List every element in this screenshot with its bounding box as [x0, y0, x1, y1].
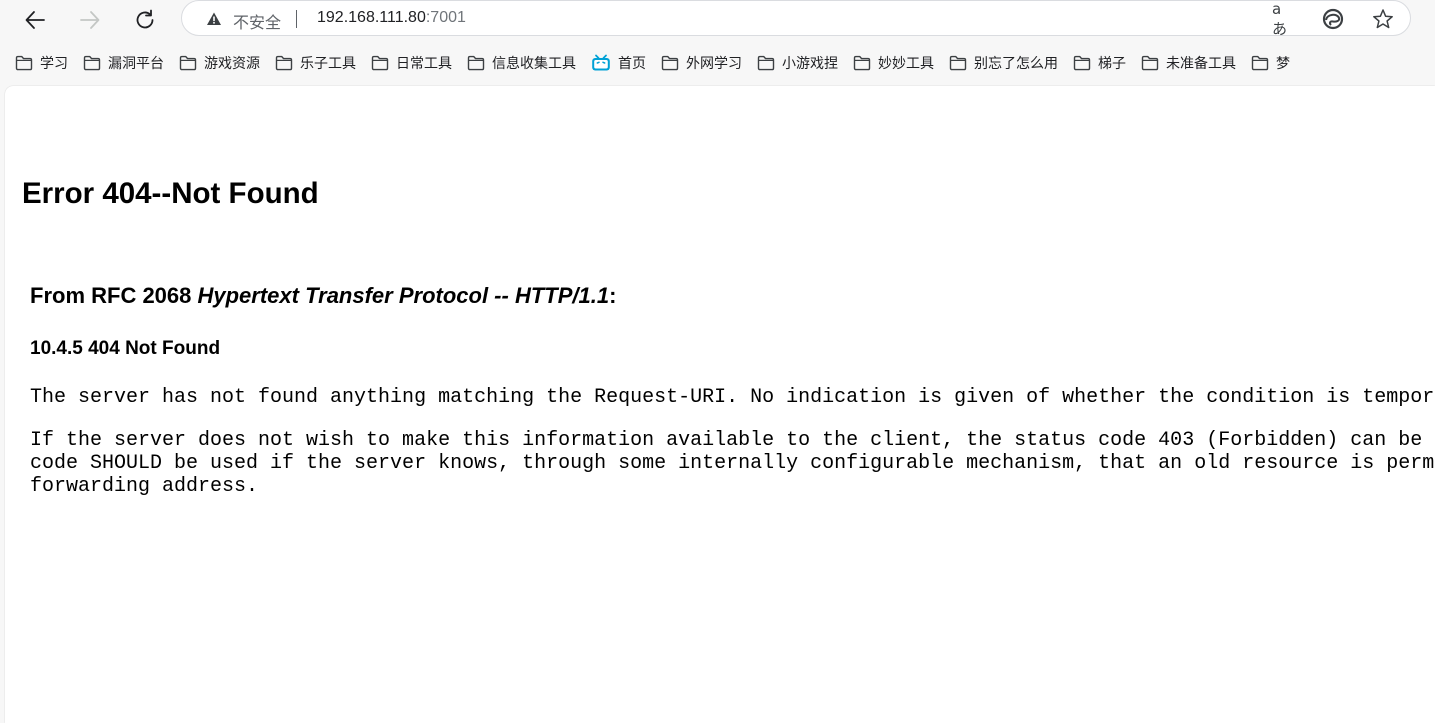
folder-icon — [467, 55, 485, 71]
bilibili-icon — [592, 54, 610, 71]
bookmark-label: 信息收集工具 — [492, 56, 576, 72]
bookmark-label: 未准备工具 — [1166, 56, 1236, 72]
bookmark-item[interactable]: 日常工具 — [365, 49, 458, 77]
star-icon — [1373, 9, 1393, 29]
folder-icon — [661, 55, 679, 71]
folder-icon — [15, 55, 33, 71]
paragraph-forbidden-line-3: forwarding address. — [30, 475, 259, 498]
browser-essentials-button[interactable] — [1322, 8, 1344, 30]
bookmark-item[interactable]: 梯子 — [1067, 49, 1132, 77]
bookmark-item[interactable]: 乐子工具 — [269, 49, 362, 77]
reload-icon — [136, 9, 154, 29]
paragraph-forbidden-line-1: If the server does not wish to make this… — [30, 429, 1435, 452]
warning-triangle-icon[interactable] — [206, 11, 222, 27]
bookmark-label: 漏洞平台 — [108, 56, 164, 72]
bookmark-label: 梯子 — [1098, 56, 1126, 72]
bookmark-item[interactable]: 别忘了怎么用 — [943, 49, 1064, 77]
omnibox-divider — [296, 10, 297, 28]
bookmark-label: 游戏资源 — [204, 56, 260, 72]
bookmark-label: 妙妙工具 — [878, 56, 934, 72]
bookmark-item[interactable]: 首页 — [585, 49, 652, 77]
folder-icon — [1251, 55, 1269, 71]
bookmark-label: 小游戏捏 — [782, 56, 838, 72]
bookmark-label: 外网学习 — [686, 56, 742, 72]
url-text[interactable]: 192.168.111.80:7001 — [317, 9, 466, 27]
security-status-label[interactable]: 不安全 — [233, 9, 281, 33]
bookmark-label: 梦 — [1276, 56, 1290, 72]
bookmark-label: 乐子工具 — [300, 56, 356, 72]
bookmark-item[interactable]: 游戏资源 — [173, 49, 266, 77]
paragraph-forbidden-line-2: code SHOULD be used if the server knows,… — [30, 452, 1435, 475]
page-viewport: Error 404--Not Found From RFC 2068 Hyper… — [5, 86, 1435, 723]
page-title: Error 404--Not Found — [22, 177, 319, 210]
bookmark-item[interactable]: 外网学习 — [655, 49, 748, 77]
rfc-prefix: From RFC 2068 — [30, 283, 198, 308]
bookmarks-bar: 学习 漏洞平台 游戏资源 乐子工具 日常工具 信息收集工具 首页 外网学习 小游戏捏 妙妙工具 别忘… — [0, 43, 1435, 83]
bookmark-item[interactable]: 小游戏捏 — [751, 49, 844, 77]
browser-toolbar: 不安全 192.168.111.80:7001 aあ — [0, 0, 1435, 40]
folder-icon — [949, 55, 967, 71]
rfc-suffix: : — [609, 283, 617, 308]
folder-icon — [179, 55, 197, 71]
folder-icon — [853, 55, 871, 71]
bookmark-label: 日常工具 — [396, 56, 452, 72]
read-aloud-icon: aあ — [1272, 0, 1288, 38]
bookmark-item[interactable]: 梦 — [1245, 49, 1296, 77]
folder-icon — [275, 55, 293, 71]
bookmark-item[interactable]: 学习 — [9, 49, 74, 77]
back-button[interactable] — [19, 4, 51, 36]
folder-icon — [371, 55, 389, 71]
folder-icon — [1073, 55, 1091, 71]
bookmark-item[interactable]: 漏洞平台 — [77, 49, 170, 77]
reload-button[interactable] — [129, 4, 161, 36]
bookmark-item[interactable]: 信息收集工具 — [461, 49, 582, 77]
read-aloud-button[interactable]: aあ — [1272, 0, 1294, 38]
bookmark-label: 别忘了怎么用 — [974, 56, 1058, 72]
folder-icon — [1141, 55, 1159, 71]
address-bar[interactable]: 不安全 192.168.111.80:7001 aあ — [181, 0, 1411, 38]
rfc-title: Hypertext Transfer Protocol -- HTTP/1.1 — [197, 283, 610, 308]
folder-icon — [83, 55, 101, 71]
forward-button[interactable] — [74, 4, 106, 36]
paragraph-not-found: The server has not found anything matchi… — [30, 386, 1435, 409]
section-heading: 10.4.5 404 Not Found — [30, 338, 221, 359]
url-port: :7001 — [425, 9, 466, 26]
forward-arrow-icon — [80, 11, 100, 29]
bookmark-label: 首页 — [618, 56, 646, 72]
folder-icon — [757, 55, 775, 71]
bookmark-item[interactable]: 妙妙工具 — [847, 49, 940, 77]
bookmark-label: 学习 — [40, 56, 68, 72]
rfc-heading: From RFC 2068 Hypertext Transfer Protoco… — [30, 283, 616, 309]
url-host: 192.168.111.80 — [317, 9, 426, 26]
back-arrow-icon — [25, 11, 45, 29]
favorite-button[interactable] — [1372, 9, 1394, 29]
bookmark-item[interactable]: 未准备工具 — [1135, 49, 1242, 77]
edge-browser-icon — [1322, 8, 1344, 30]
